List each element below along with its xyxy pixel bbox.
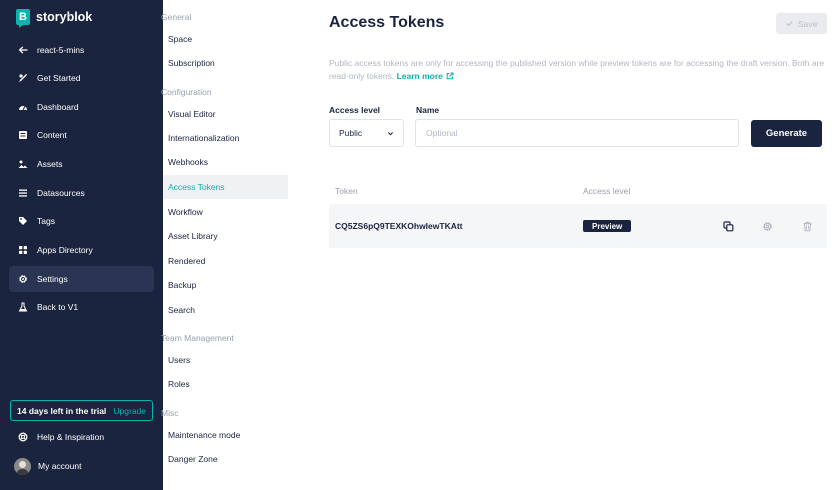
subnav-section-general: General	[161, 12, 192, 22]
subnav-item-workflow[interactable]: Workflow	[163, 200, 288, 224]
subnav-item-danger-zone[interactable]: Danger Zone	[163, 447, 288, 471]
check-icon	[786, 21, 793, 27]
trial-banner: 14 days left in the trial Upgrade	[10, 400, 153, 421]
main-sidebar: B storyblok react-5-mins Get Started Das…	[0, 0, 163, 490]
sidebar-item-label: Datasources	[37, 188, 85, 198]
assets-icon	[18, 159, 28, 169]
subnav-item-backup[interactable]: Backup	[163, 273, 288, 297]
access-level-select[interactable]: Public	[329, 119, 404, 147]
subnav-item-webhooks[interactable]: Webhooks	[163, 150, 288, 174]
sidebar-item-settings[interactable]: Settings	[9, 266, 154, 292]
brand-name: storyblok	[36, 10, 93, 24]
subnav-item-rendered[interactable]: Rendered	[163, 249, 288, 273]
sidebar-item-label: My account	[38, 461, 82, 471]
content-icon	[18, 130, 28, 140]
sidebar-item-my-account[interactable]: My account	[9, 453, 154, 479]
learn-more-label: Learn more	[396, 71, 443, 81]
apps-icon	[18, 245, 28, 255]
subnav-section-misc: Misc	[161, 408, 179, 418]
rocket-icon	[18, 73, 28, 83]
lifebuoy-icon	[18, 432, 28, 442]
gear-icon[interactable]	[761, 220, 773, 232]
sidebar-item-datasources[interactable]: Datasources	[9, 180, 154, 206]
copy-icon[interactable]	[722, 220, 734, 232]
access-level-value: Public	[339, 128, 363, 138]
sidebar-item-label: Help & Inspiration	[37, 432, 105, 442]
subnav-item-visual-editor[interactable]: Visual Editor	[163, 102, 288, 126]
sidebar-item-label: Assets	[37, 159, 63, 169]
subnav-item-internationalization[interactable]: Internationalization	[163, 126, 288, 150]
external-link-icon	[446, 72, 454, 80]
trial-text: 14 days left in the trial	[17, 405, 107, 416]
sidebar-item-dashboard[interactable]: Dashboard	[9, 94, 154, 120]
datasources-icon	[18, 188, 28, 198]
subnav-item-subscription[interactable]: Subscription	[163, 51, 288, 75]
subnav-item-maintenance-mode[interactable]: Maintenance mode	[163, 423, 288, 447]
flask-icon	[18, 302, 28, 312]
sidebar-item-content[interactable]: Content	[9, 122, 154, 148]
settings-subnav: General Space Subscription Configuration…	[161, 0, 288, 490]
sidebar-item-label: Tags	[37, 216, 55, 226]
sidebar-item-label: Content	[37, 130, 67, 140]
table-header-access-level: Access level	[583, 186, 631, 196]
subnav-section-team-management: Team Management	[161, 333, 234, 343]
sidebar-item-label: Get Started	[37, 73, 81, 83]
sidebar-item-back-to-v1[interactable]: Back to V1	[9, 294, 154, 320]
sidebar-item-label: Dashboard	[37, 102, 79, 112]
learn-more-link[interactable]: Learn more	[397, 71, 454, 81]
subnav-item-users[interactable]: Users	[163, 348, 288, 372]
subnav-item-access-tokens[interactable]: Access Tokens	[163, 175, 288, 199]
subnav-item-roles[interactable]: Roles	[163, 372, 288, 396]
trash-icon[interactable]	[801, 220, 813, 232]
avatar	[14, 457, 31, 475]
gear-icon	[18, 274, 28, 284]
storyblok-logo-icon: B	[16, 9, 30, 28]
chevron-down-icon	[387, 131, 394, 135]
access-tokens-description: Public access tokens are only for access…	[329, 57, 829, 83]
access-level-badge: Preview	[583, 220, 632, 232]
arrow-left-icon	[18, 45, 28, 55]
access-level-label: Access level	[329, 105, 381, 115]
sidebar-item-get-started[interactable]: Get Started	[9, 65, 154, 91]
sidebar-item-label: Back to V1	[37, 302, 79, 312]
dashboard-icon	[18, 102, 28, 112]
name-label: Name	[416, 105, 440, 115]
sidebar-item-tags[interactable]: Tags	[9, 208, 154, 234]
generate-button[interactable]: Generate	[751, 120, 822, 147]
sidebar-item-help[interactable]: Help & Inspiration	[9, 424, 154, 450]
sidebar-item-apps-directory[interactable]: Apps Directory	[9, 237, 154, 263]
sidebar-item-back-to-space[interactable]: react-5-mins	[9, 37, 154, 63]
table-header-token: Token	[335, 186, 358, 196]
tag-icon	[18, 216, 28, 226]
save-button-label: Save	[797, 18, 818, 29]
subnav-item-space[interactable]: Space	[163, 27, 288, 51]
page-title: Access Tokens	[329, 14, 445, 31]
main-content: Access Tokens Save Public access tokens …	[288, 0, 840, 490]
subnav-section-configuration: Configuration	[161, 87, 212, 97]
sidebar-item-assets[interactable]: Assets	[9, 151, 154, 177]
upgrade-link[interactable]: Upgrade	[113, 406, 146, 416]
sidebar-item-label: Apps Directory	[37, 245, 93, 255]
subnav-item-search[interactable]: Search	[163, 298, 288, 322]
sidebar-item-label: react-5-mins	[37, 45, 85, 55]
save-button[interactable]: Save	[776, 13, 827, 34]
subnav-item-asset-library[interactable]: Asset Library	[163, 224, 288, 248]
table-row: CQ5ZS6pQ9TEXKOhwIewTKAtt Preview	[329, 204, 827, 248]
name-input[interactable]	[415, 119, 739, 147]
token-value[interactable]: CQ5ZS6pQ9TEXKOhwIewTKAtt	[335, 221, 463, 231]
sidebar-item-label: Settings	[37, 274, 68, 284]
storyblok-logo[interactable]: B storyblok	[16, 9, 93, 28]
